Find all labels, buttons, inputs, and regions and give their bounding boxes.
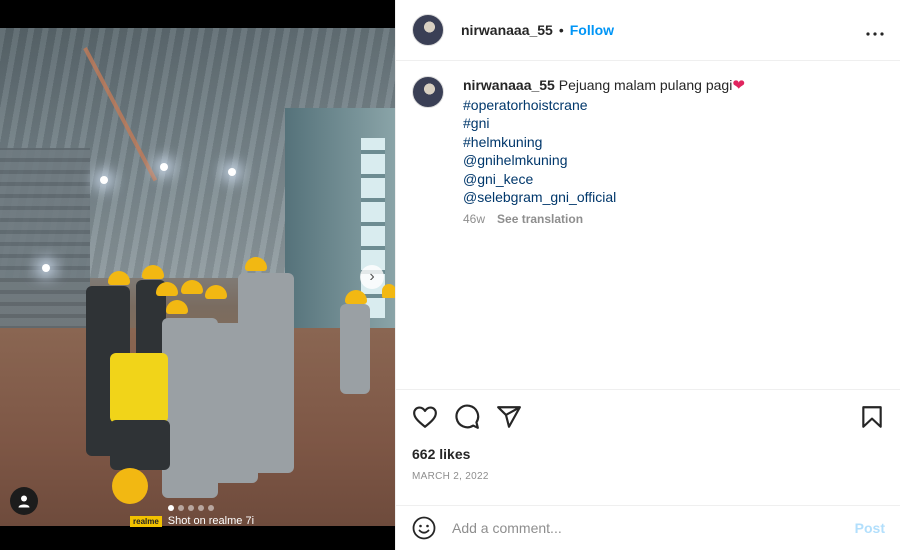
caption-meta: 46w See translation	[463, 210, 745, 229]
post-comment-button[interactable]: Post	[855, 520, 885, 536]
action-icons	[396, 390, 900, 430]
watermark-brand: realme	[130, 515, 162, 527]
emoji-icon[interactable]	[412, 516, 436, 540]
header-separator: •	[558, 22, 564, 38]
photo-left-wall	[0, 148, 90, 338]
header-username[interactable]: nirwanaaa_55	[461, 22, 553, 38]
carousel-dot	[208, 505, 214, 511]
carousel-dot	[188, 505, 194, 511]
likes-count[interactable]: 662 likes	[396, 430, 900, 462]
watermark-text: Shot on realme 7i	[167, 515, 255, 527]
carousel-dot	[198, 505, 204, 511]
camera-watermark: realme Shot on realme 7i	[130, 515, 254, 527]
mention-link[interactable]: @gnihelmkuning	[463, 151, 745, 170]
caption-body: nirwanaaa_55 Pejuang malam pulang pagi❤ …	[463, 76, 745, 228]
more-options-button[interactable]	[866, 20, 884, 41]
chevron-right-icon: ›	[369, 268, 375, 285]
carousel-dot	[178, 505, 184, 511]
comment-bar: Post	[396, 505, 900, 550]
post-age: 46w	[463, 211, 486, 226]
post-caption: nirwanaaa_55 Pejuang malam pulang pagi❤ …	[412, 76, 882, 228]
post-header: nirwanaaa_55 • Follow	[396, 0, 900, 61]
post-photo[interactable]	[0, 28, 395, 526]
carousel-dot	[168, 505, 174, 511]
heart-emoji-icon: ❤	[732, 77, 745, 94]
photo-ceiling-light	[42, 264, 50, 272]
see-translation-button[interactable]: See translation	[497, 210, 583, 229]
comment-input[interactable]	[452, 520, 855, 536]
hashtag-link[interactable]: #helmkuning	[463, 133, 745, 152]
post-date: MARCH 2, 2022	[412, 471, 489, 482]
share-icon[interactable]	[496, 404, 522, 430]
hashtag-link[interactable]: #operatorhoistcrane	[463, 96, 745, 115]
heart-icon[interactable]	[412, 404, 438, 430]
post-media: › realme Shot on realme 7i	[0, 0, 395, 550]
caption-line: nirwanaaa_55 Pejuang malam pulang pagi❤	[463, 76, 745, 96]
caption-username[interactable]: nirwanaaa_55	[463, 77, 555, 93]
photo-ceiling-light	[160, 163, 168, 171]
follow-button[interactable]: Follow	[570, 22, 614, 38]
post-details-panel: nirwanaaa_55 • Follow nirwanaaa_55 Pejua…	[395, 0, 900, 550]
photo-ceiling-light	[100, 176, 108, 184]
comment-icon[interactable]	[454, 404, 480, 430]
user-tag-button[interactable]	[10, 487, 38, 515]
carousel-indicator	[168, 505, 214, 511]
caption-avatar[interactable]	[412, 76, 444, 108]
mention-link[interactable]: @selebgram_gni_official	[463, 188, 745, 207]
post-actions: 662 likes MARCH 2, 2022	[396, 389, 900, 482]
user-tag-icon	[18, 495, 30, 508]
caption-text: Pejuang malam pulang pagi	[558, 77, 733, 93]
mention-link[interactable]: @gni_kece	[463, 170, 745, 189]
avatar[interactable]	[412, 14, 444, 46]
bookmark-icon[interactable]	[859, 404, 885, 430]
hashtag-link[interactable]: #gni	[463, 114, 745, 133]
carousel-next-button[interactable]: ›	[360, 265, 384, 289]
more-horizontal-icon	[866, 31, 884, 36]
photo-ceiling-light	[228, 168, 236, 176]
